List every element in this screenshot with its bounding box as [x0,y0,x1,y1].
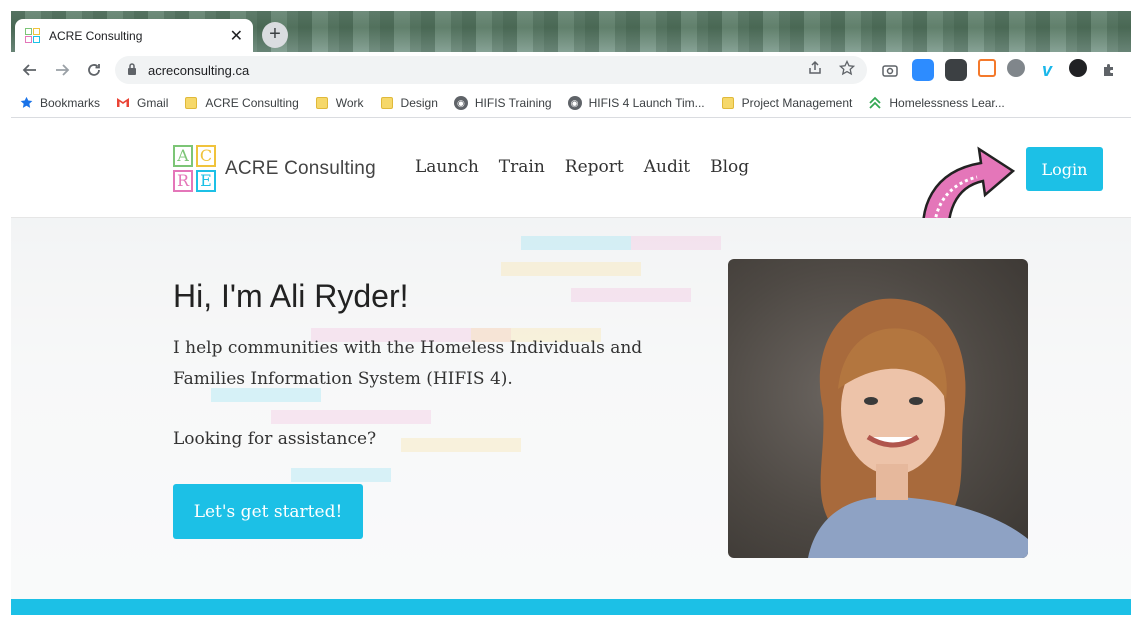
bookmark-label: HIFIS 4 Launch Tim... [588,95,705,110]
globe-icon: ◉ [567,95,582,110]
gmail-icon [116,96,130,110]
logo-text: ACRE Consulting [225,158,376,179]
folder-icon [184,96,198,110]
bookmark-item[interactable]: Design [380,96,438,110]
lock-icon[interactable] [127,62,137,78]
globe-icon: ◉ [453,95,468,110]
grammar-extension-icon[interactable] [945,59,967,81]
hero-section: Hi, I'm Ali Ryder! I help communities wi… [11,218,1131,599]
bookmark-label: Design [400,95,438,110]
url-text[interactable]: acreconsulting.ca [148,63,791,78]
bookmark-label: Project Management [741,95,853,110]
nav-blog[interactable]: Blog [710,157,749,177]
puzzle-extensions-icon[interactable] [1098,59,1120,81]
logo-letter-r: R [173,170,193,192]
site-logo[interactable]: A C R E ACRE Consulting [173,143,376,195]
zoom-extension-icon[interactable] [912,59,934,81]
get-started-button[interactable]: Let's get started! [173,484,363,539]
new-tab-button[interactable]: + [262,22,288,48]
bookmark-label: Homelessness Lear... [889,95,1005,110]
bookmark-label: ACRE Consulting [205,95,299,110]
nav-report[interactable]: Report [565,157,624,177]
login-button[interactable]: Login [1026,147,1103,191]
folder-icon [315,96,329,110]
tab-acre-consulting[interactable]: ACRE Consulting ✕ [15,19,253,52]
bookmark-star-icon[interactable] [838,59,856,80]
folder-icon [721,96,735,110]
extensions-area: v [879,59,1120,81]
tab-title: ACRE Consulting [49,28,143,43]
acre-favicon-icon [25,27,41,44]
profile-photo [728,259,1028,558]
reload-icon[interactable] [81,57,107,83]
bookmark-item[interactable]: Gmail [116,96,168,110]
folder-icon [380,96,394,110]
bookmarks-bar: Bookmarks Gmail ACRE Consulting Work Des… [11,88,1131,118]
logo-letter-c: C [196,145,216,167]
logo-blocks: A C R E [173,143,219,195]
bookmark-label: HIFIS Training [474,95,552,110]
star-icon [19,96,33,110]
address-bar[interactable]: acreconsulting.ca [115,56,867,84]
bookmark-item[interactable]: ACRE Consulting [184,95,299,110]
history-extension-icon[interactable] [1007,59,1025,77]
forward-icon[interactable] [49,57,75,83]
ml-extension-icon[interactable] [1069,59,1087,77]
bookmark-item[interactable]: Project Management [721,95,853,110]
main-nav: Launch Train Report Audit Blog [415,157,749,177]
nav-train[interactable]: Train [499,157,545,177]
site-header: A C R E ACRE Consulting Launch Train Rep… [11,119,1131,251]
bookmark-item[interactable]: ◉ HIFIS Training [453,95,552,110]
footer-band [11,599,1131,615]
browser-toolbar: acreconsulting.ca v [11,52,1131,88]
back-icon[interactable] [17,57,43,83]
nav-audit[interactable]: Audit [644,157,690,177]
nav-launch[interactable]: Launch [415,157,479,177]
layout-extension-icon[interactable] [978,59,996,77]
share-icon[interactable] [807,60,823,80]
hero-subtext: I help communities with the Homeless Ind… [173,338,643,389]
bookmark-item[interactable]: Work [315,96,364,110]
camera-extension-icon[interactable] [879,59,901,81]
bookmark-label: Bookmarks [40,95,101,110]
logo-letter-e: E [196,170,216,192]
bookmark-label: Gmail [137,95,169,110]
close-tab-icon[interactable]: ✕ [230,26,243,46]
bookmark-item[interactable]: Bookmarks [19,96,100,110]
tab-strip: ACRE Consulting ✕ + [11,11,1131,52]
vimeo-extension-icon[interactable]: v [1036,59,1058,81]
bookmark-item[interactable]: Homelessness Lear... [868,95,1005,110]
browser-window: ACRE Consulting ✕ + acreconsulting.ca v … [11,11,1131,615]
bookmark-item[interactable]: ◉ HIFIS 4 Launch Tim... [567,95,705,110]
hero-content: Hi, I'm Ali Ryder! I help communities wi… [173,278,653,449]
logo-letter-a: A [173,145,193,167]
hero-heading: Hi, I'm Ali Ryder! [173,278,409,314]
chevron-up-icon [868,96,882,110]
hero-question: Looking for assistance? [173,429,377,449]
bookmark-label: Work [335,95,364,110]
